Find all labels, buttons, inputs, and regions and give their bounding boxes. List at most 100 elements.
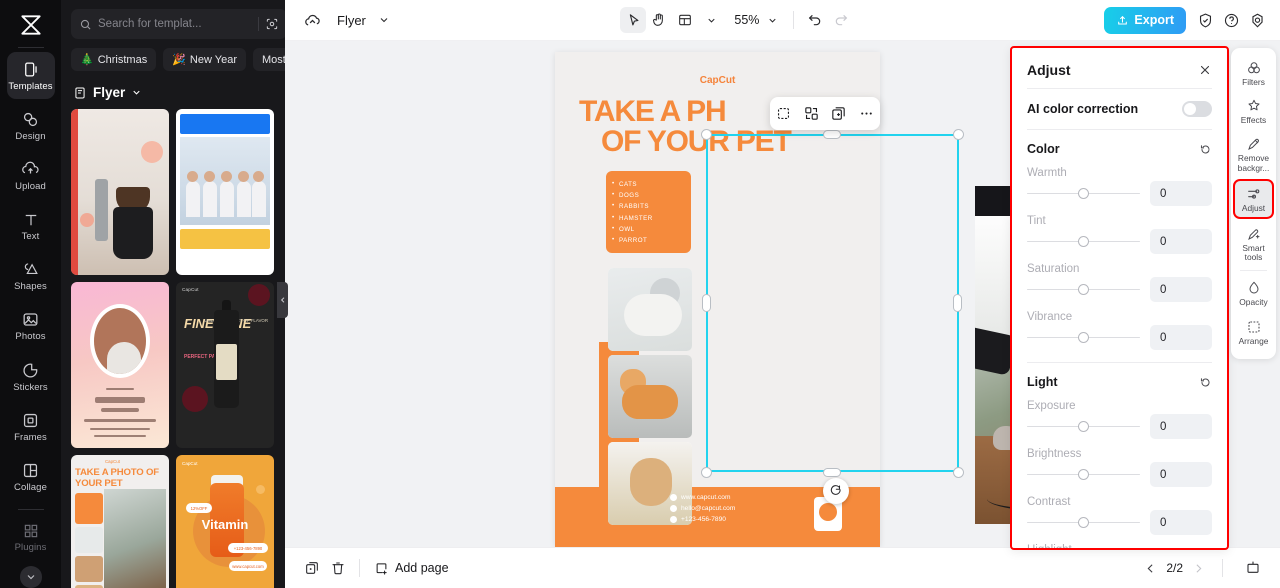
duplicate-icon[interactable] [830, 105, 847, 122]
export-button[interactable]: Export [1104, 6, 1186, 34]
shield-check-icon[interactable] [1192, 7, 1218, 33]
chevron-left-icon[interactable] [1144, 562, 1157, 575]
layout-chevron-down-icon[interactable] [698, 7, 724, 33]
template-thumb-coffee-brewing-flyer[interactable] [71, 109, 169, 275]
zoom-level[interactable]: 55% [734, 13, 759, 27]
replace-image-icon[interactable] [803, 105, 820, 122]
exposure-slider-knob[interactable] [1078, 421, 1089, 432]
brightness-slider-row[interactable]: 0 [1012, 460, 1227, 487]
ai-color-correction-row[interactable]: AI color correction [1012, 89, 1227, 129]
warmth-slider-knob[interactable] [1078, 188, 1089, 199]
resize-handle-middle-right[interactable] [953, 294, 962, 312]
template-thumb-birthday-party-invite[interactable] [71, 282, 169, 448]
cloud-sync-icon[interactable] [299, 7, 325, 33]
warmth-slider-row[interactable]: 0 [1012, 179, 1227, 206]
sidebar-item-frames[interactable]: Frames [7, 403, 55, 450]
contrast-slider-knob[interactable] [1078, 517, 1089, 528]
warmth-slider-track[interactable] [1027, 187, 1140, 201]
tint-value[interactable]: 0 [1150, 229, 1212, 254]
sidebar-item-photos[interactable]: Photos [7, 303, 55, 350]
saturation-slider-row[interactable]: 0 [1012, 275, 1227, 302]
tint-slider-knob[interactable] [1078, 236, 1089, 247]
reset-icon[interactable] [1199, 376, 1212, 389]
close-icon[interactable] [1198, 63, 1212, 77]
contrast-value[interactable]: 0 [1150, 510, 1212, 535]
duplicate-page-icon[interactable] [299, 555, 325, 581]
saturation-slider-track[interactable] [1027, 283, 1140, 297]
chevron-down-icon[interactable] [19, 566, 42, 588]
redo-icon[interactable] [828, 7, 854, 33]
select-tool-button[interactable] [620, 7, 647, 33]
template-thumb-medical-team-flyer[interactable] [176, 109, 274, 275]
chevron-down-icon[interactable] [131, 87, 142, 98]
search-input[interactable] [98, 18, 252, 30]
tool-effects[interactable]: Effects [1233, 93, 1274, 129]
crop-icon[interactable] [775, 105, 792, 122]
chip-new-year[interactable]: 🎉 New Year [163, 48, 247, 71]
exposure-slider-track[interactable] [1027, 420, 1140, 434]
contrast-slider-row[interactable]: 0 [1012, 508, 1227, 535]
collapse-panel-icon[interactable] [277, 282, 288, 318]
tint-slider-track[interactable] [1027, 235, 1140, 249]
tool-opacity[interactable]: Opacity [1233, 275, 1274, 311]
tool-filters[interactable]: Filters [1233, 55, 1274, 91]
resize-handle-bottom-center[interactable] [823, 468, 841, 477]
rotate-handle-icon[interactable] [823, 478, 849, 504]
exposure-value[interactable]: 0 [1150, 414, 1212, 439]
brightness-value[interactable]: 0 [1150, 462, 1212, 487]
sidebar-item-collage[interactable]: Collage [7, 453, 55, 500]
tool-remove-background[interactable]: Remove backgr... [1233, 131, 1274, 176]
category-selector[interactable]: Flyer [61, 71, 285, 109]
undo-icon[interactable] [802, 7, 828, 33]
reset-icon[interactable] [1199, 143, 1212, 156]
sidebar-item-shapes[interactable]: Shapes [7, 253, 55, 300]
tool-arrange[interactable]: Arrange [1233, 314, 1274, 350]
exposure-slider-row[interactable]: 0 [1012, 412, 1227, 439]
template-thumb-vitamin-supplement-flyer[interactable]: CapCut 12%OFF Vitamin +123-456-7890 www.… [176, 455, 274, 588]
sidebar-item-plugins[interactable]: Plugins [7, 514, 55, 561]
resize-handle-bottom-left[interactable] [701, 467, 712, 478]
chip-christmas[interactable]: 🎄 Christmas [71, 48, 157, 71]
hand-tool-button[interactable] [646, 7, 672, 33]
sidebar-item-upload[interactable]: Upload [7, 153, 55, 200]
flyer-pet-photo-cat[interactable] [608, 268, 692, 351]
chevron-down-icon[interactable] [371, 7, 397, 33]
resize-handle-middle-left[interactable] [702, 294, 711, 312]
tool-smart-tools[interactable]: Smart tools [1233, 221, 1274, 266]
settings-gear-icon[interactable] [1244, 7, 1270, 33]
vibrance-value[interactable]: 0 [1150, 325, 1212, 350]
saturation-value[interactable]: 0 [1150, 277, 1212, 302]
resize-handle-top-right[interactable] [953, 129, 964, 140]
resize-handle-bottom-right[interactable] [953, 467, 964, 478]
vibrance-slider-knob[interactable] [1078, 332, 1089, 343]
image-search-icon[interactable] [265, 17, 279, 31]
help-circle-icon[interactable] [1218, 7, 1244, 33]
resize-handle-top-center[interactable] [823, 130, 841, 139]
sidebar-item-design[interactable]: Design [7, 102, 55, 149]
vibrance-slider-row[interactable]: 0 [1012, 323, 1227, 350]
search-input-wrapper[interactable] [71, 9, 285, 39]
chip-most[interactable]: Most [253, 48, 285, 71]
warmth-value[interactable]: 0 [1150, 181, 1212, 206]
capcut-logo-icon[interactable] [16, 8, 46, 41]
sidebar-item-templates[interactable]: Templates [6, 52, 55, 100]
template-thumb-take-a-photo-of-your-pet-flyer[interactable]: CapCut TAKE A PHOTO OF YOUR PET [71, 455, 169, 588]
brightness-slider-knob[interactable] [1078, 469, 1089, 480]
more-options-icon[interactable] [858, 105, 875, 122]
brightness-slider-track[interactable] [1027, 468, 1140, 482]
zoom-chevron-down-icon[interactable] [759, 7, 785, 33]
saturation-slider-knob[interactable] [1078, 284, 1089, 295]
ai-color-correction-toggle[interactable] [1182, 101, 1212, 117]
sidebar-item-text[interactable]: Text [7, 203, 55, 250]
tool-adjust[interactable]: Adjust [1233, 178, 1274, 220]
present-icon[interactable] [1240, 555, 1266, 581]
flyer-pet-photo-dog[interactable] [608, 355, 692, 438]
document-title[interactable]: Flyer [337, 13, 366, 28]
vibrance-slider-track[interactable] [1027, 331, 1140, 345]
chevron-right-icon[interactable] [1192, 562, 1205, 575]
sidebar-item-stickers[interactable]: Stickers [7, 353, 55, 400]
resize-handle-top-left[interactable] [701, 129, 712, 140]
layout-panel-icon[interactable] [672, 7, 698, 33]
template-thumb-fine-wine-flyer[interactable]: CapCut FINE WINE UNLOCK THE ART OF FLAVO… [176, 282, 274, 448]
trash-icon[interactable] [325, 555, 351, 581]
